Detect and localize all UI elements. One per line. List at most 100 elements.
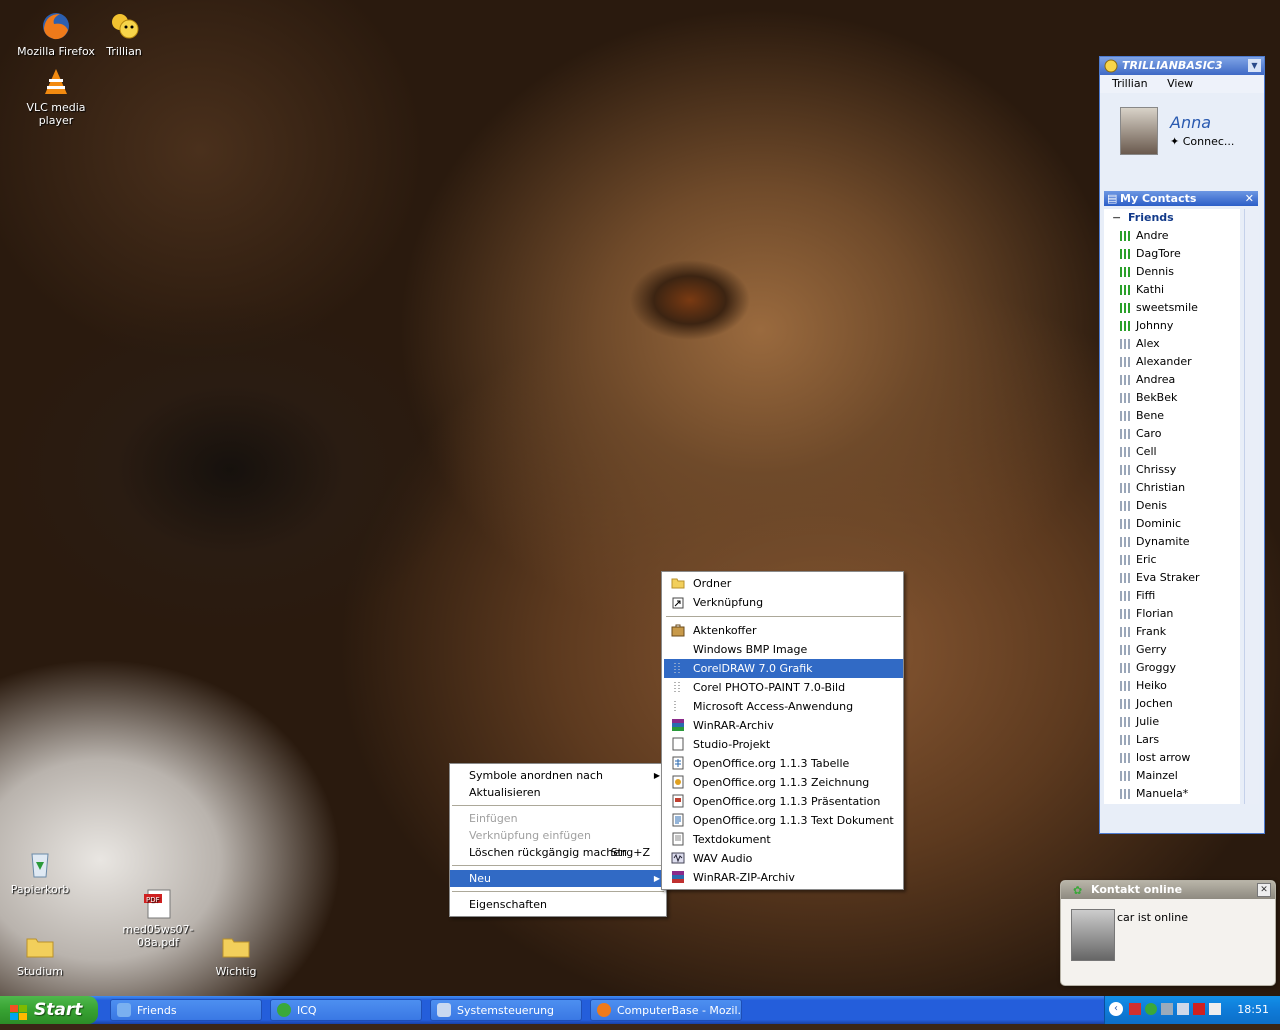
contact-name: Cell: [1136, 445, 1157, 458]
submenu-item-briefcase[interactable]: Aktenkoffer: [664, 621, 903, 640]
profile-status[interactable]: ✦ Connec...: [1170, 135, 1234, 148]
menu-item-properties[interactable]: Eigenschaften: [450, 896, 666, 913]
contact-item[interactable]: Johnny: [1104, 317, 1240, 335]
submenu-item-oo-calc[interactable]: OpenOffice.org 1.1.3 Tabelle: [664, 754, 903, 773]
contact-name: Dynamite: [1136, 535, 1190, 548]
contact-item[interactable]: Alexander: [1104, 353, 1240, 371]
submenu-item-shortcut[interactable]: Verknüpfung: [664, 593, 903, 612]
contact-item[interactable]: Cell: [1104, 443, 1240, 461]
menu-item-label: Eigenschaften: [469, 898, 547, 911]
contact-item[interactable]: lost arrow: [1104, 749, 1240, 767]
contact-item[interactable]: Eric: [1104, 551, 1240, 569]
network-icon[interactable]: [1161, 1003, 1173, 1015]
contact-name: Frank: [1136, 625, 1167, 638]
contact-item[interactable]: Frank: [1104, 623, 1240, 641]
close-icon[interactable]: ✕: [1245, 191, 1254, 206]
offline-status-icon: [1120, 483, 1130, 493]
contact-item[interactable]: Groggy: [1104, 659, 1240, 677]
contact-item[interactable]: DagTore: [1104, 245, 1240, 263]
submenu-item-bmp[interactable]: Windows BMP Image: [664, 640, 903, 659]
monitor-icon[interactable]: [1177, 1003, 1189, 1015]
tray-app-icon[interactable]: [1129, 1003, 1141, 1015]
submenu-item-studio-project[interactable]: Studio-Projekt: [664, 735, 903, 754]
desktop-icon-recycle-bin[interactable]: Papierkorb: [0, 848, 80, 896]
contact-item[interactable]: Jochen: [1104, 695, 1240, 713]
taskbar-button-friends[interactable]: Friends: [110, 999, 262, 1021]
contact-item[interactable]: BekBek: [1104, 389, 1240, 407]
submenu-item-photopaint[interactable]: Corel PHOTO-PAINT 7.0-Bild: [664, 678, 903, 697]
submenu-item-oo-impress[interactable]: OpenOffice.org 1.1.3 Präsentation: [664, 792, 903, 811]
contact-item[interactable]: Manuela*: [1104, 785, 1240, 803]
trillian-menu-view[interactable]: View: [1167, 77, 1193, 90]
contact-item[interactable]: Gerry: [1104, 641, 1240, 659]
submenu-item-text-document[interactable]: Textdokument: [664, 830, 903, 849]
contact-item[interactable]: Chrissy: [1104, 461, 1240, 479]
offline-status-icon: [1120, 681, 1130, 691]
contact-item[interactable]: Dynamite: [1104, 533, 1240, 551]
contacts-header[interactable]: ▤ My Contacts ✕: [1104, 191, 1258, 206]
contact-item[interactable]: sweetsmile: [1104, 299, 1240, 317]
collapse-icon[interactable]: −: [1112, 209, 1121, 227]
contact-item[interactable]: Caro: [1104, 425, 1240, 443]
contact-item[interactable]: Florian: [1104, 605, 1240, 623]
oo-impress-icon: [671, 794, 685, 808]
close-icon[interactable]: ✕: [1257, 883, 1271, 897]
submenu-item-oo-draw[interactable]: OpenOffice.org 1.1.3 Zeichnung: [664, 773, 903, 792]
submenu-item-oo-writer[interactable]: OpenOffice.org 1.1.3 Text Dokument: [664, 811, 903, 830]
menu-item-new[interactable]: Neu ▶: [450, 870, 666, 887]
contact-item[interactable]: Julie: [1104, 713, 1240, 731]
icq-tray-icon[interactable]: [1145, 1003, 1157, 1015]
desktop-icon-label: VLC media player: [26, 101, 86, 127]
submenu-item-winrar-zip[interactable]: WinRAR-ZIP-Archiv: [664, 868, 903, 887]
contact-name: Heiko: [1136, 679, 1167, 692]
profile-name[interactable]: Anna: [1170, 113, 1211, 132]
contact-item[interactable]: Fiffi: [1104, 587, 1240, 605]
submenu-item-coreldraw[interactable]: CorelDRAW 7.0 Grafik: [664, 659, 903, 678]
desktop-icon-trillian[interactable]: Trillian: [84, 10, 164, 58]
contact-item[interactable]: Andre: [1104, 227, 1240, 245]
contacts-title: My Contacts: [1120, 192, 1197, 205]
submenu-item-access[interactable]: Microsoft Access-Anwendung: [664, 697, 903, 716]
menu-item-arrange-icons[interactable]: Symbole anordnen nach ▶: [450, 767, 666, 784]
clock[interactable]: 18:51: [1237, 1003, 1269, 1016]
contact-item[interactable]: Lars: [1104, 731, 1240, 749]
submenu-item-folder[interactable]: Ordner: [664, 574, 903, 593]
contact-item[interactable]: Dominic: [1104, 515, 1240, 533]
trillian-titlebar[interactable]: TRILLIANBASIC3 ▼: [1100, 57, 1264, 75]
taskbar-button-control-panel[interactable]: Systemsteuerung: [430, 999, 582, 1021]
contact-item[interactable]: Christian: [1104, 479, 1240, 497]
contact-name: lost arrow: [1136, 751, 1191, 764]
contact-item[interactable]: Andrea: [1104, 371, 1240, 389]
contact-item[interactable]: Alex: [1104, 335, 1240, 353]
contacts-list-icon: ▤: [1107, 192, 1118, 205]
taskbar-button-icq[interactable]: ICQ: [270, 999, 422, 1021]
trillian-menu-button[interactable]: ▼: [1248, 59, 1261, 72]
contact-group-friends[interactable]: − Friends: [1104, 209, 1240, 227]
profile-avatar[interactable]: [1120, 107, 1158, 155]
contact-online-notification[interactable]: ✿ Kontakt online ✕ car ist online: [1060, 880, 1276, 986]
menu-item-refresh[interactable]: Aktualisieren: [450, 784, 666, 801]
oo-calc-icon: [671, 756, 685, 770]
submenu-item-winrar[interactable]: WinRAR-Archiv: [664, 716, 903, 735]
submenu-item-wav[interactable]: WAV Audio: [664, 849, 903, 868]
offline-status-icon: [1120, 465, 1130, 475]
volume-icon[interactable]: [1209, 1003, 1221, 1015]
contact-item[interactable]: Dennis: [1104, 263, 1240, 281]
contact-item[interactable]: Heiko: [1104, 677, 1240, 695]
contact-item[interactable]: Bene: [1104, 407, 1240, 425]
contact-item[interactable]: Kathi: [1104, 281, 1240, 299]
desktop-icon-folder-studium[interactable]: Studium: [0, 930, 80, 978]
security-icon[interactable]: [1193, 1003, 1205, 1015]
desktop-icon-vlc[interactable]: VLC media player: [16, 66, 96, 127]
desktop-icon-folder-wichtig[interactable]: Wichtig: [196, 930, 276, 978]
contact-item[interactable]: Mainzel: [1104, 767, 1240, 785]
menu-item-undo-delete[interactable]: Löschen rückgängig machen Strg+Z: [450, 844, 666, 861]
taskbar-button-firefox[interactable]: ComputerBase - Mozil...: [590, 999, 742, 1021]
contact-item[interactable]: Denis: [1104, 497, 1240, 515]
contact-item[interactable]: Eva Straker: [1104, 569, 1240, 587]
menu-item-paste-shortcut: Verknüpfung einfügen: [450, 827, 666, 844]
show-hidden-icons-button[interactable]: ‹: [1109, 1002, 1123, 1016]
start-button[interactable]: Start: [0, 996, 98, 1024]
contact-list-scrollbar[interactable]: [1244, 209, 1259, 804]
online-status-icon: [1120, 321, 1130, 331]
